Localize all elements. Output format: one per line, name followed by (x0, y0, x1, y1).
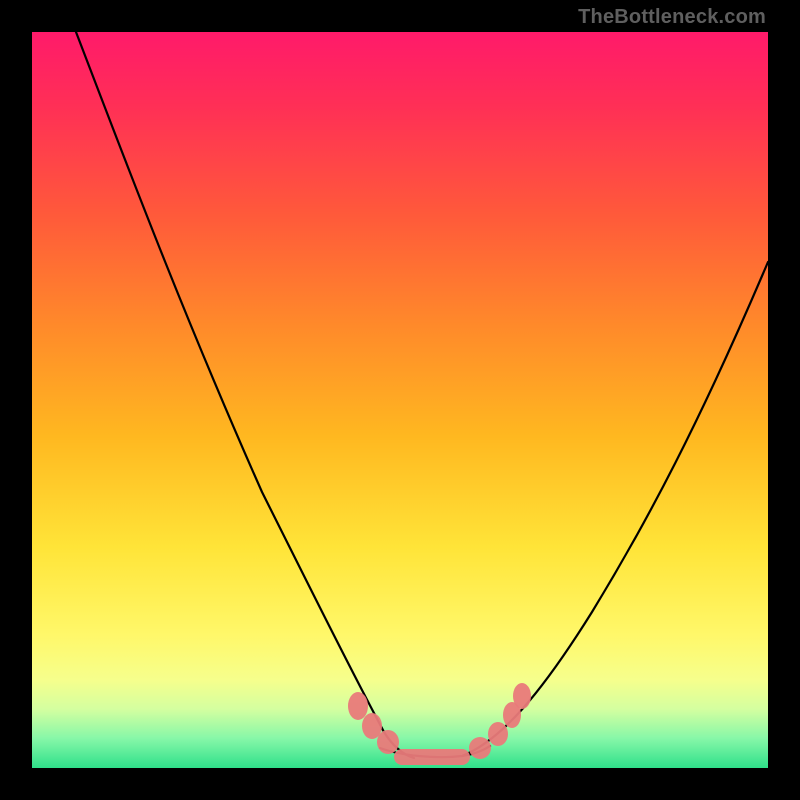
curve-left-branch (76, 32, 414, 758)
marker-dot (469, 737, 491, 759)
marker-dot (513, 683, 531, 709)
marker-dot (377, 730, 399, 754)
chart-frame: TheBottleneck.com (0, 0, 800, 800)
marker-dot (488, 722, 508, 746)
plot-area (32, 32, 768, 768)
marker-floor-segment (394, 749, 470, 765)
marker-dot (362, 713, 382, 739)
marker-dot (348, 692, 368, 720)
marker-group (348, 683, 531, 765)
curve-layer (32, 32, 768, 768)
attribution-text: TheBottleneck.com (578, 6, 766, 29)
curve-right-branch (462, 262, 768, 756)
